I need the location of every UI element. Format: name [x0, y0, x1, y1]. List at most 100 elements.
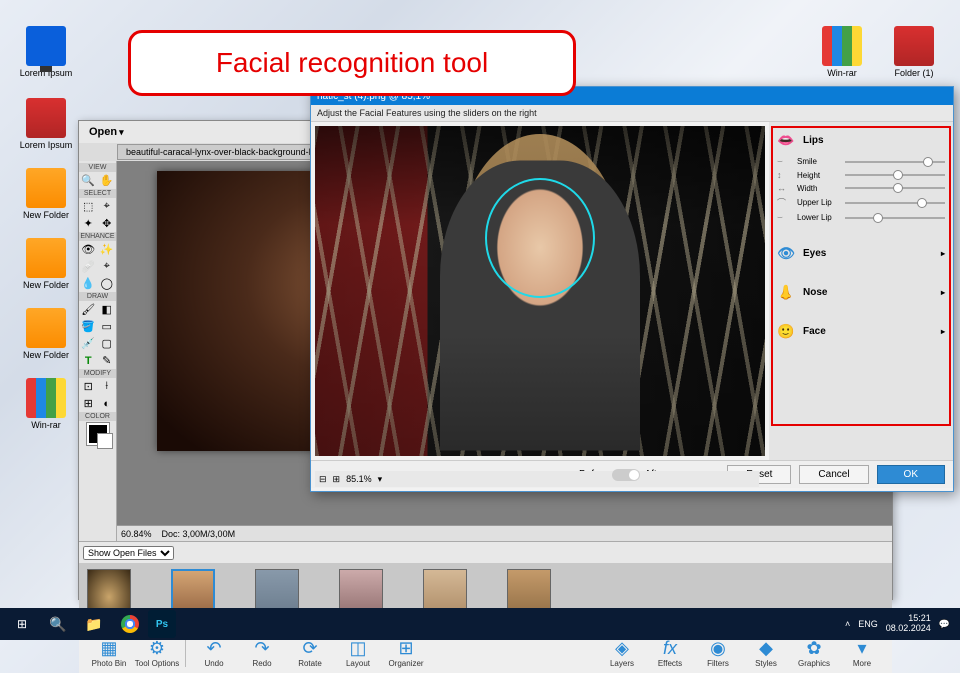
zoom-in-icon[interactable]: ⊞: [333, 474, 341, 485]
lasso-tool[interactable]: ⌖: [99, 199, 114, 214]
chrome-icon: [121, 615, 139, 633]
rotate-icon: ⟳: [286, 638, 334, 659]
nose-icon: 👃: [777, 284, 795, 301]
smile-icon: ⌣: [777, 156, 791, 167]
open-menu[interactable]: Open▾: [85, 124, 128, 140]
tool-options-icon: ⚙: [133, 638, 181, 659]
photo-bin-button[interactable]: ▦Photo Bin: [85, 638, 133, 668]
desktop-icon-red-folder[interactable]: Lorem Ipsum: [18, 98, 74, 150]
face-dialog: natic_st (4).png @ 85,1% Adjust the Faci…: [310, 86, 954, 492]
start-button[interactable]: ⊞: [4, 610, 40, 638]
filters-icon: ◉: [694, 638, 742, 659]
chevron-down-icon: ▾: [119, 127, 124, 137]
bucket-tool[interactable]: 🪣: [81, 319, 96, 334]
toggle-pill[interactable]: [612, 469, 640, 481]
desktop-icon-winrar-right[interactable]: Win-rar: [814, 26, 870, 78]
folder-icon: [26, 168, 66, 208]
chevron-down-icon[interactable]: ▾: [378, 474, 383, 485]
graphics-button[interactable]: ✿Graphics: [790, 638, 838, 668]
effects-icon: fx: [646, 638, 694, 659]
zoom-info-bar: 60.84% Doc: 3,00M/3,00M: [117, 525, 892, 541]
desktop-icon-new-folder-2[interactable]: New Folder: [18, 238, 74, 290]
marquee-tool[interactable]: ⬚: [81, 199, 96, 214]
redeye-tool[interactable]: 👁: [81, 242, 96, 257]
gradient-tool[interactable]: ▭: [99, 319, 114, 334]
filters-button[interactable]: ◉Filters: [694, 638, 742, 668]
nose-header[interactable]: 👃Nose▸: [777, 280, 945, 305]
eyes-header[interactable]: 👁Eyes▸: [777, 241, 945, 266]
straighten-tool[interactable]: ⟊: [99, 379, 114, 394]
height-slider[interactable]: ↕Height: [777, 170, 945, 180]
desktop-icon-new-folder-1[interactable]: New Folder: [18, 168, 74, 220]
photoshop-taskbar-button[interactable]: Ps: [148, 610, 176, 638]
heal-tool[interactable]: 🩹: [81, 259, 96, 274]
graphics-icon: ✿: [790, 638, 838, 659]
more-button[interactable]: ▾More: [838, 638, 886, 668]
lower-lip-slider[interactable]: ⌣Lower Lip: [777, 212, 945, 223]
system-tray: ˄ ENG 15:21 08.02.2024 💬: [845, 614, 956, 634]
lips-section: 👄Lips ⌣Smile ↕Height ↔Width ⌒Upper Lip ⌣…: [777, 128, 945, 223]
filmstrip-dropdown[interactable]: Show Open Files: [83, 546, 174, 560]
layout-button[interactable]: ◫Layout: [334, 638, 382, 668]
lips-header[interactable]: 👄Lips: [777, 128, 945, 153]
face-canvas[interactable]: [315, 126, 765, 456]
pencil-tool[interactable]: ✎: [99, 353, 114, 368]
recompose-tool[interactable]: ⊞: [81, 396, 96, 411]
move-tool[interactable]: ✥: [99, 216, 114, 231]
folder-icon: [26, 98, 66, 138]
organizer-button[interactable]: ⊞Organizer: [382, 638, 430, 668]
redo-button[interactable]: ↷Redo: [238, 638, 286, 668]
eyedropper-tool[interactable]: 💉: [81, 336, 96, 351]
crop-tool[interactable]: ⊡: [81, 379, 96, 394]
cookie-tool[interactable]: ◐: [99, 396, 114, 411]
undo-button[interactable]: ↶Undo: [190, 638, 238, 668]
folder-icon: [26, 238, 66, 278]
search-button[interactable]: 🔍: [40, 610, 76, 638]
width-slider[interactable]: ↔Width: [777, 183, 945, 193]
binder-icon: [26, 378, 66, 418]
styles-button[interactable]: ◆Styles: [742, 638, 790, 668]
brush-tool[interactable]: 🖌: [81, 302, 96, 317]
cancel-button[interactable]: Cancel: [799, 465, 868, 484]
tray-language[interactable]: ENG: [858, 619, 878, 629]
tray-clock[interactable]: 15:21 08.02.2024: [886, 614, 931, 634]
hand-tool[interactable]: ✋: [99, 173, 114, 188]
height-icon: ↕: [777, 170, 791, 180]
tool-options-button[interactable]: ⚙Tool Options: [133, 638, 181, 668]
face-header[interactable]: 🙂Face▸: [777, 319, 945, 344]
wand-tool[interactable]: ✦: [81, 216, 96, 231]
zoom-display[interactable]: 60.84%: [121, 529, 152, 539]
face-detection-circle[interactable]: [485, 178, 595, 298]
face-features-panel: 👄Lips ⌣Smile ↕Height ↔Width ⌒Upper Lip ⌣…: [769, 122, 953, 460]
face-zoom-value[interactable]: 85.1%: [346, 474, 372, 484]
chrome-taskbar-button[interactable]: [112, 610, 148, 638]
whiten-tool[interactable]: ✨: [99, 242, 114, 257]
effects-button[interactable]: fxEffects: [646, 638, 694, 668]
layout-icon: ◫: [334, 638, 382, 659]
doc-info: Doc: 3,00M/3,00M: [162, 529, 236, 539]
tray-overflow[interactable]: ˄: [845, 619, 850, 629]
smile-slider[interactable]: ⌣Smile: [777, 156, 945, 167]
chevron-right-icon: ▸: [941, 327, 945, 336]
file-explorer-button[interactable]: 📁: [76, 610, 112, 638]
notification-center[interactable]: 💬: [939, 619, 950, 630]
text-tool[interactable]: T: [81, 353, 96, 368]
eraser-tool[interactable]: ◧: [99, 302, 114, 317]
desktop-icon-new-folder-3[interactable]: New Folder: [18, 308, 74, 360]
color-swatch[interactable]: [87, 423, 109, 445]
rotate-button[interactable]: ⟳Rotate: [286, 638, 334, 668]
layers-button[interactable]: ◈Layers: [598, 638, 646, 668]
blur-tool[interactable]: 💧: [81, 276, 96, 291]
more-icon: ▾: [838, 638, 886, 659]
desktop-icon-winrar-left[interactable]: Win-rar: [18, 378, 74, 430]
zoom-out-icon[interactable]: ⊟: [319, 474, 327, 485]
desktop-icon-monitor[interactable]: Lorem Ipsum: [18, 26, 74, 78]
upper-lip-slider[interactable]: ⌒Upper Lip: [777, 196, 945, 209]
zoom-tool[interactable]: 🔍: [81, 173, 96, 188]
upper-lip-icon: ⌒: [777, 196, 791, 209]
desktop-icon-folder-1[interactable]: Folder (1): [886, 26, 942, 78]
sponge-tool[interactable]: ◯: [99, 276, 114, 291]
ok-button[interactable]: OK: [877, 465, 945, 484]
clone-tool[interactable]: ⌖: [99, 259, 114, 274]
shape-tool[interactable]: ▢: [99, 336, 114, 351]
